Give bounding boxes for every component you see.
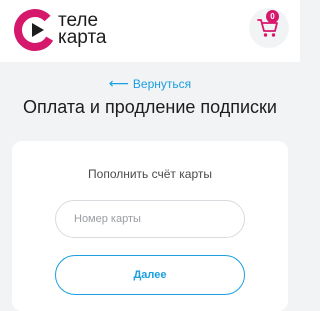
cart-count-badge: 0	[266, 10, 279, 23]
page-title: Оплата и продление подписки	[23, 97, 277, 117]
next-button[interactable]: Далее	[55, 255, 245, 295]
back-link-label: Вернуться	[132, 77, 192, 91]
back-link[interactable]: ⟵ Вернуться	[0, 76, 300, 91]
telekarta-logo-icon[interactable]	[13, 8, 57, 52]
logo-line-2: карта	[58, 27, 107, 48]
top-up-card: Пополнить счёт карты Далее	[12, 141, 288, 311]
logo-wordmark[interactable]: теле карта	[58, 11, 107, 48]
arrow-left-icon: ⟵	[108, 75, 129, 91]
site-header: теле карта 0	[0, 0, 300, 62]
card-title: Пополнить счёт карты	[88, 167, 212, 181]
card-number-input[interactable]	[55, 200, 245, 238]
